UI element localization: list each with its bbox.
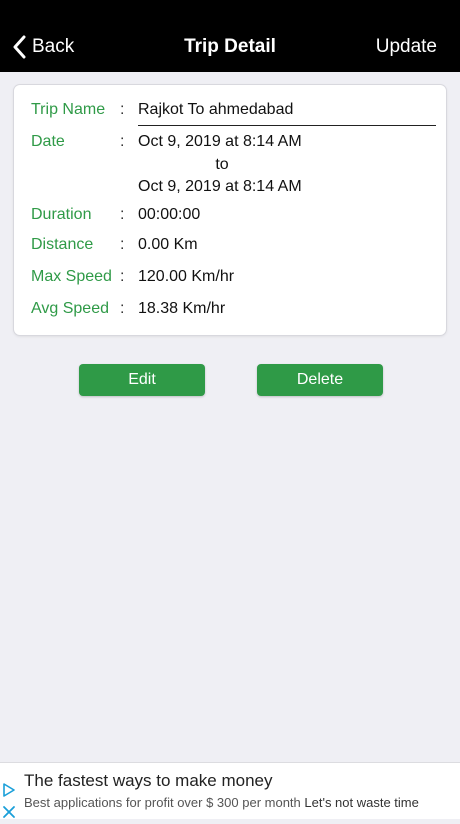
date-end-value: Oct 9, 2019 at 8:14 AM [138,178,302,195]
avg-speed-value: 18.38 Km/hr [138,300,226,317]
separator: : [120,236,125,253]
separator: : [120,268,125,285]
distance-value: 0.00 Km [138,236,198,253]
distance-label: Distance [31,236,94,253]
update-button[interactable]: Update [376,33,437,61]
trip-detail-card: Trip Name : Rajkot To ahmedabad Date : O… [14,85,446,335]
max-speed-value: 120.00 Km/hr [138,268,235,285]
ad-banner[interactable]: The fastest ways to make money Best appl… [0,762,460,819]
duration-label: Duration [31,206,92,223]
separator: : [120,300,125,317]
separator: : [120,133,125,150]
avg-speed-label: Avg Speed [31,300,109,317]
trip-name-label: Trip Name [31,101,106,118]
delete-button[interactable]: Delete [257,364,383,396]
ad-subtitle[interactable]: Best applications for profit over $ 300 … [24,795,419,810]
ad-title[interactable]: The fastest ways to make money [24,771,273,791]
ad-info-icon[interactable] [2,783,20,802]
date-start-value: Oct 9, 2019 at 8:14 AM [138,133,302,150]
max-speed-label: Max Speed [31,268,112,285]
edit-button[interactable]: Edit [79,364,205,396]
duration-value: 00:00:00 [138,206,201,223]
close-icon[interactable] [2,805,20,824]
ad-subtitle-text: Best applications for profit over $ 300 … [24,795,301,810]
date-to-text: to [215,156,229,173]
trip-name-field[interactable]: Rajkot To ahmedabad [138,99,436,126]
separator: : [120,206,125,223]
date-label: Date [31,133,65,150]
separator: : [120,101,125,118]
navigation-bar: Back Trip Detail Update [0,0,460,72]
ad-cta[interactable]: Let's not waste time [304,795,418,810]
